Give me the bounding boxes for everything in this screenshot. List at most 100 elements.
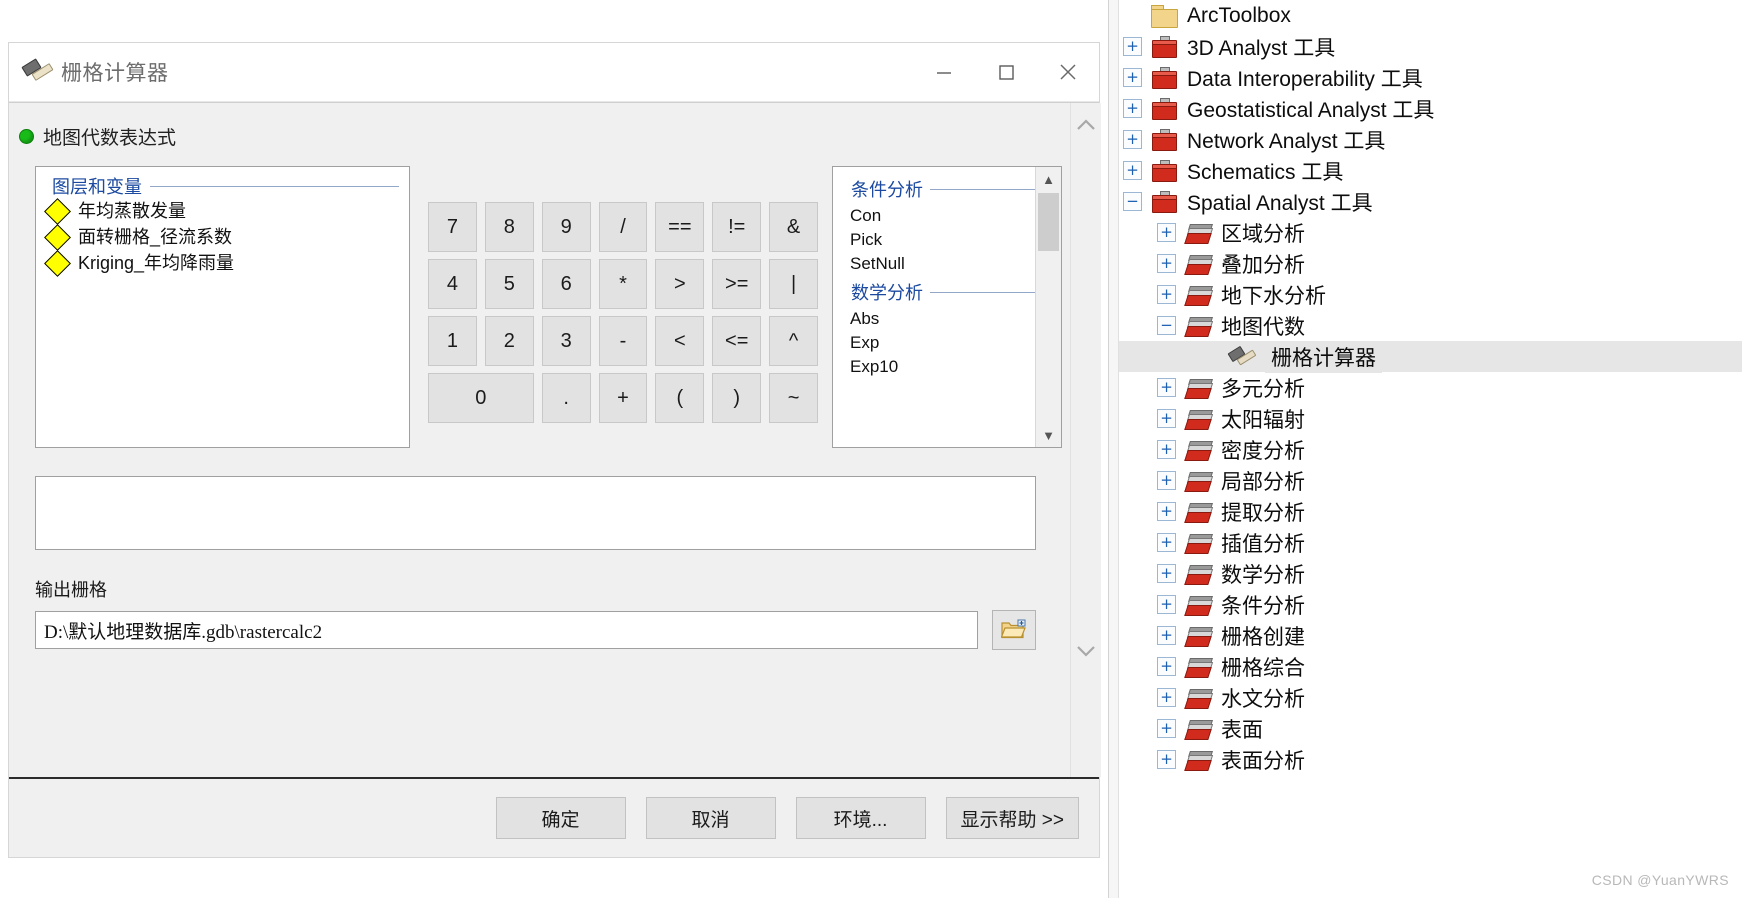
- key-less-equal[interactable]: <=: [712, 316, 762, 366]
- scrollbar-thumb[interactable]: [1038, 193, 1059, 251]
- cancel-button[interactable]: 取消: [645, 797, 776, 839]
- tree-root-arctoolbox[interactable]: ArcToolbox: [1109, 0, 1742, 31]
- scroll-down-icon[interactable]: [1071, 635, 1101, 667]
- tree-item[interactable]: + 栅格创建: [1109, 620, 1742, 651]
- tree-item[interactable]: + 栅格综合: [1109, 651, 1742, 682]
- key-and[interactable]: &: [769, 202, 818, 252]
- output-raster-input[interactable]: D:\默认地理数据库.gdb\rastercalc2: [35, 611, 978, 649]
- key-9[interactable]: 9: [541, 202, 591, 252]
- expand-icon[interactable]: +: [1123, 99, 1142, 118]
- tree-item[interactable]: + 区域分析: [1109, 217, 1742, 248]
- maximize-button[interactable]: [975, 43, 1037, 101]
- key-8[interactable]: 8: [484, 202, 534, 252]
- scroll-up-icon[interactable]: ▲: [1036, 167, 1061, 191]
- expand-icon[interactable]: +: [1157, 223, 1176, 242]
- expand-icon[interactable]: +: [1157, 564, 1176, 583]
- function-item-pick[interactable]: Pick: [833, 228, 1061, 252]
- expand-icon[interactable]: +: [1157, 502, 1176, 521]
- tree-item[interactable]: − Spatial Analyst 工具: [1109, 186, 1742, 217]
- tree-item[interactable]: +3D Analyst 工具: [1109, 31, 1742, 62]
- key-xor[interactable]: ^: [769, 316, 818, 366]
- list-item[interactable]: Kriging_年均降雨量: [36, 250, 409, 277]
- tree-item[interactable]: + 表面分析: [1109, 744, 1742, 775]
- expand-icon[interactable]: +: [1157, 750, 1176, 769]
- collapse-icon[interactable]: −: [1157, 316, 1176, 335]
- key-less[interactable]: <: [655, 316, 705, 366]
- key-4[interactable]: 4: [428, 259, 477, 309]
- expand-icon[interactable]: +: [1123, 130, 1142, 149]
- tree-item[interactable]: + 水文分析: [1109, 682, 1742, 713]
- tree-item[interactable]: + 表面: [1109, 713, 1742, 744]
- key-7[interactable]: 7: [428, 202, 477, 252]
- function-item-exp10[interactable]: Exp10: [833, 355, 1061, 379]
- ok-button[interactable]: 确定: [495, 797, 626, 839]
- expand-icon[interactable]: +: [1157, 378, 1176, 397]
- key-paren-close[interactable]: ): [712, 373, 762, 423]
- key-plus[interactable]: +: [598, 373, 648, 423]
- expand-icon[interactable]: +: [1157, 440, 1176, 459]
- tree-item[interactable]: + Geostatistical Analyst 工具: [1109, 93, 1742, 124]
- function-item-con[interactable]: Con: [833, 204, 1061, 228]
- key-greater-equal[interactable]: >=: [712, 259, 762, 309]
- tree-item[interactable]: + Data Interoperability 工具: [1109, 62, 1742, 93]
- expand-icon[interactable]: +: [1157, 688, 1176, 707]
- key-1[interactable]: 1: [428, 316, 477, 366]
- key-2[interactable]: 2: [484, 316, 534, 366]
- close-button[interactable]: [1037, 43, 1099, 101]
- key-divide[interactable]: /: [598, 202, 648, 252]
- minimize-button[interactable]: [913, 43, 975, 101]
- expand-icon[interactable]: +: [1157, 409, 1176, 428]
- tree-item[interactable]: + 插值分析: [1109, 527, 1742, 558]
- tree-item[interactable]: + 数学分析: [1109, 558, 1742, 589]
- list-item[interactable]: 面转栅格_径流系数: [36, 224, 409, 252]
- expand-icon[interactable]: +: [1157, 285, 1176, 304]
- function-item-exp[interactable]: Exp: [833, 331, 1061, 355]
- functions-scrollbar[interactable]: ▲ ▼: [1035, 167, 1061, 447]
- tree-item[interactable]: + 地下水分析: [1109, 279, 1742, 310]
- show-help-button[interactable]: 显示帮助 >>: [945, 797, 1079, 839]
- expand-icon[interactable]: +: [1123, 68, 1142, 87]
- tree-item[interactable]: + 条件分析: [1109, 589, 1742, 620]
- scroll-up-icon[interactable]: [1071, 109, 1101, 141]
- key-3[interactable]: 3: [541, 316, 591, 366]
- expand-icon[interactable]: +: [1123, 37, 1142, 56]
- key-minus[interactable]: -: [598, 316, 648, 366]
- tree-item[interactable]: + 提取分析: [1109, 496, 1742, 527]
- key-or[interactable]: |: [769, 259, 818, 309]
- environments-button[interactable]: 环境...: [795, 797, 926, 839]
- key-0[interactable]: 0: [428, 373, 534, 423]
- tree-item[interactable]: − 地图代数: [1109, 310, 1742, 341]
- tree-item[interactable]: + 多元分析: [1109, 372, 1742, 403]
- key-5[interactable]: 5: [484, 259, 534, 309]
- expand-icon[interactable]: +: [1157, 719, 1176, 738]
- tree-item[interactable]: + Schematics 工具: [1109, 155, 1742, 186]
- list-item[interactable]: 年均蒸散发量: [36, 198, 409, 226]
- expand-icon[interactable]: +: [1157, 595, 1176, 614]
- expand-icon[interactable]: +: [1157, 533, 1176, 552]
- function-item-setnull[interactable]: SetNull: [833, 252, 1061, 276]
- functions-panel[interactable]: 条件分析 Con Pick SetNull 数学分析 Abs Exp Exp10: [832, 166, 1062, 448]
- expand-icon[interactable]: +: [1157, 471, 1176, 490]
- layers-and-variables-panel[interactable]: 图层和变量 年均蒸散发量 面转栅格_径流系数 Kriging_年均降雨量: [35, 166, 410, 448]
- expand-icon[interactable]: +: [1157, 657, 1176, 676]
- tree-item[interactable]: + Network Analyst 工具: [1109, 124, 1742, 155]
- collapse-icon[interactable]: −: [1123, 192, 1142, 211]
- tree-item[interactable]: + 太阳辐射: [1109, 403, 1742, 434]
- key-equal-equal[interactable]: ==: [655, 202, 705, 252]
- function-item-abs[interactable]: Abs: [833, 307, 1061, 331]
- key-paren-open[interactable]: (: [655, 373, 705, 423]
- key-not[interactable]: ~: [769, 373, 818, 423]
- expand-icon[interactable]: +: [1123, 161, 1142, 180]
- key-decimal-point[interactable]: .: [541, 373, 591, 423]
- tree-item[interactable]: + 局部分析: [1109, 465, 1742, 496]
- expression-input[interactable]: [35, 476, 1036, 550]
- scroll-down-icon[interactable]: ▼: [1036, 423, 1061, 447]
- tree-item[interactable]: + 密度分析: [1109, 434, 1742, 465]
- key-greater[interactable]: >: [655, 259, 705, 309]
- tree-item[interactable]: + 叠加分析: [1109, 248, 1742, 279]
- dialog-scrollbar[interactable]: [1070, 103, 1101, 777]
- key-not-equal[interactable]: !=: [712, 202, 762, 252]
- tree-item[interactable]: 栅格计算器: [1109, 340, 1742, 373]
- key-multiply[interactable]: *: [598, 259, 648, 309]
- folder-open-icon[interactable]: [992, 610, 1036, 650]
